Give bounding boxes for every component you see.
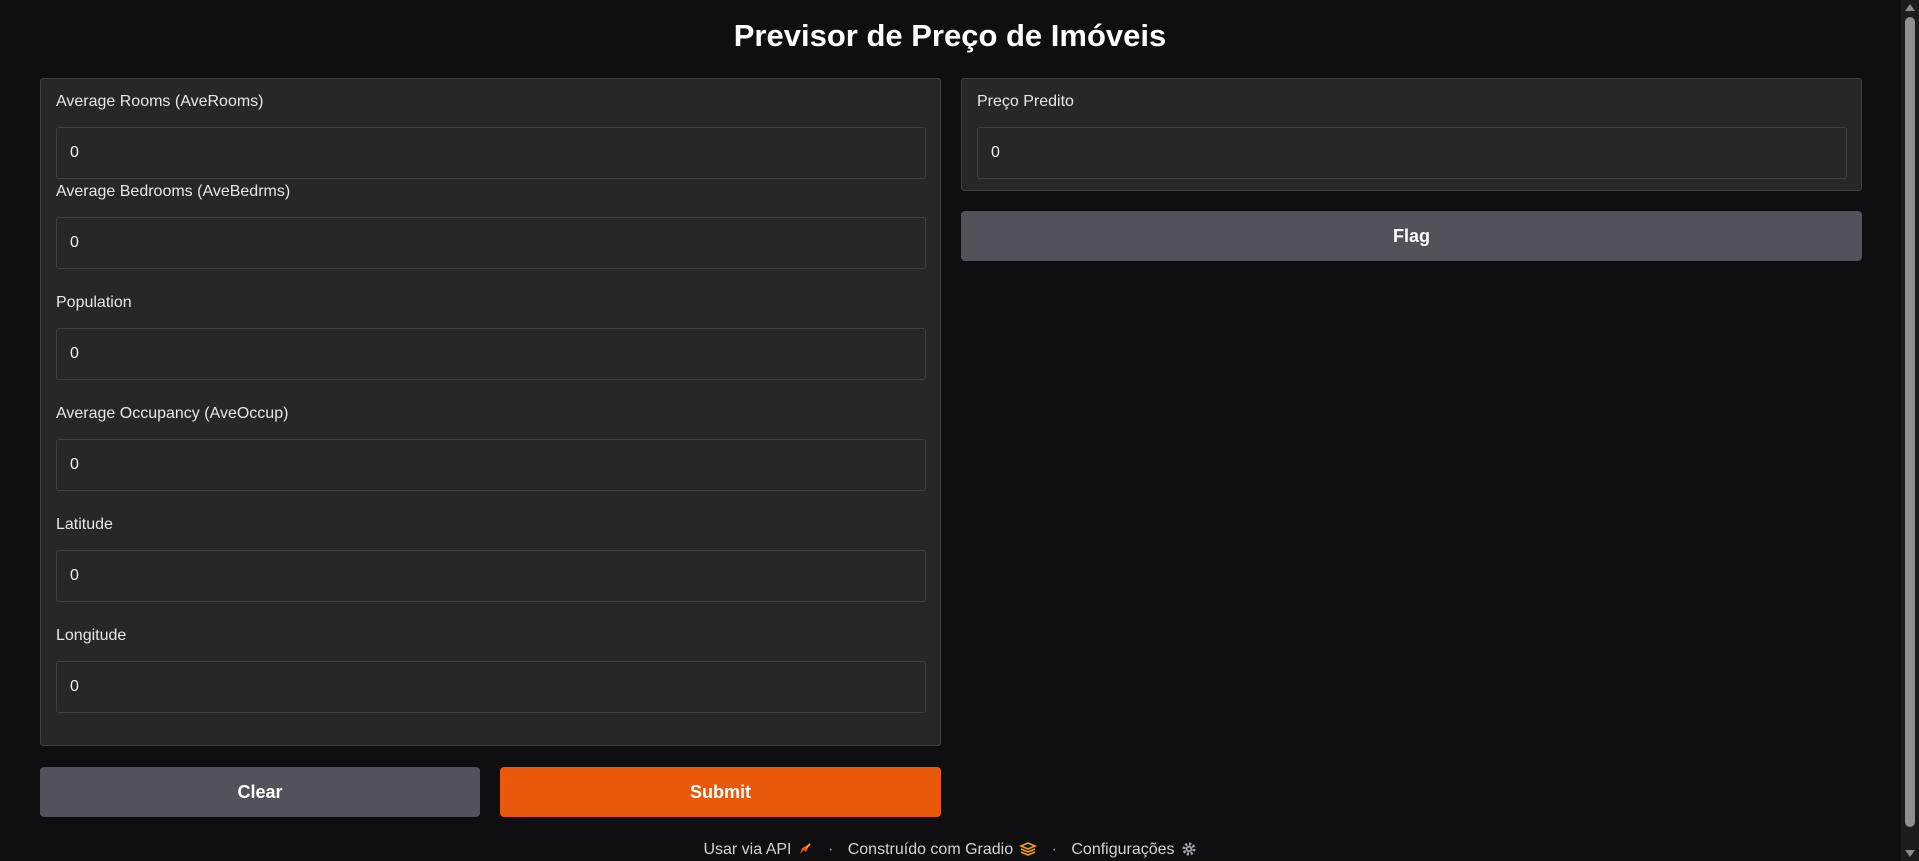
api-link[interactable]: Usar via API — [703, 841, 813, 858]
inputs-panel: Average Rooms (AveRooms) Average Bedroom… — [40, 78, 941, 746]
field-label: Average Bedrooms (AveBedrms) — [56, 183, 291, 200]
rocket-icon — [800, 843, 812, 854]
settings-link[interactable]: Configurações — [1071, 841, 1196, 858]
page-title: Previsor de Preço de Imóveis — [733, 18, 1167, 53]
population-input[interactable] — [56, 328, 926, 380]
flag-button[interactable]: Flag — [961, 211, 1862, 261]
settings-link-label: Configurações — [1071, 841, 1175, 858]
output-panel: Preço Predito — [961, 78, 1862, 191]
scroll-up-arrow-icon[interactable] — [1905, 4, 1915, 11]
scrollbar-thumb[interactable] — [1905, 17, 1915, 827]
api-link-label: Usar via API — [703, 841, 792, 858]
field-latitude: Latitude — [56, 514, 926, 602]
submit-button[interactable]: Submit — [500, 767, 941, 817]
field-label: Longitude — [56, 627, 127, 644]
average-occupancy-input[interactable] — [56, 439, 926, 491]
gear-icon — [1182, 842, 1196, 856]
field-average-rooms: Average Rooms (AveRooms) — [56, 91, 926, 179]
gradio-logo-icon — [1019, 842, 1038, 856]
field-label: Preço Predito — [977, 93, 1074, 110]
field-label: Average Rooms (AveRooms) — [56, 93, 264, 110]
longitude-input[interactable] — [56, 661, 926, 713]
footer-separator: · — [1051, 841, 1057, 858]
scroll-down-arrow-icon[interactable] — [1905, 850, 1915, 857]
field-label: Latitude — [56, 516, 113, 533]
field-label: Population — [56, 294, 132, 311]
footer: Usar via API · Construído com Gradio · C… — [0, 839, 1900, 861]
field-longitude: Longitude — [56, 625, 926, 713]
field-population: Population — [56, 292, 926, 380]
predicted-price-output[interactable] — [977, 127, 1847, 179]
field-average-bedrooms: Average Bedrooms (AveBedrms) — [56, 181, 926, 269]
clear-button[interactable]: Clear — [40, 767, 480, 817]
average-bedrooms-input[interactable] — [56, 217, 926, 269]
field-average-occupancy: Average Occupancy (AveOccup) — [56, 403, 926, 491]
vertical-scrollbar[interactable] — [1901, 0, 1919, 861]
gradio-link-label: Construído com Gradio — [847, 841, 1014, 858]
average-rooms-input[interactable] — [56, 127, 926, 179]
footer-separator: · — [827, 841, 834, 858]
field-predicted-price: Preço Predito — [977, 91, 1847, 179]
latitude-input[interactable] — [56, 550, 926, 602]
field-label: Average Occupancy (AveOccup) — [56, 405, 289, 422]
gradio-link[interactable]: Construído com Gradio — [847, 841, 1038, 858]
page: Previsor de Preço de Imóveis Average Roo… — [0, 0, 1919, 861]
